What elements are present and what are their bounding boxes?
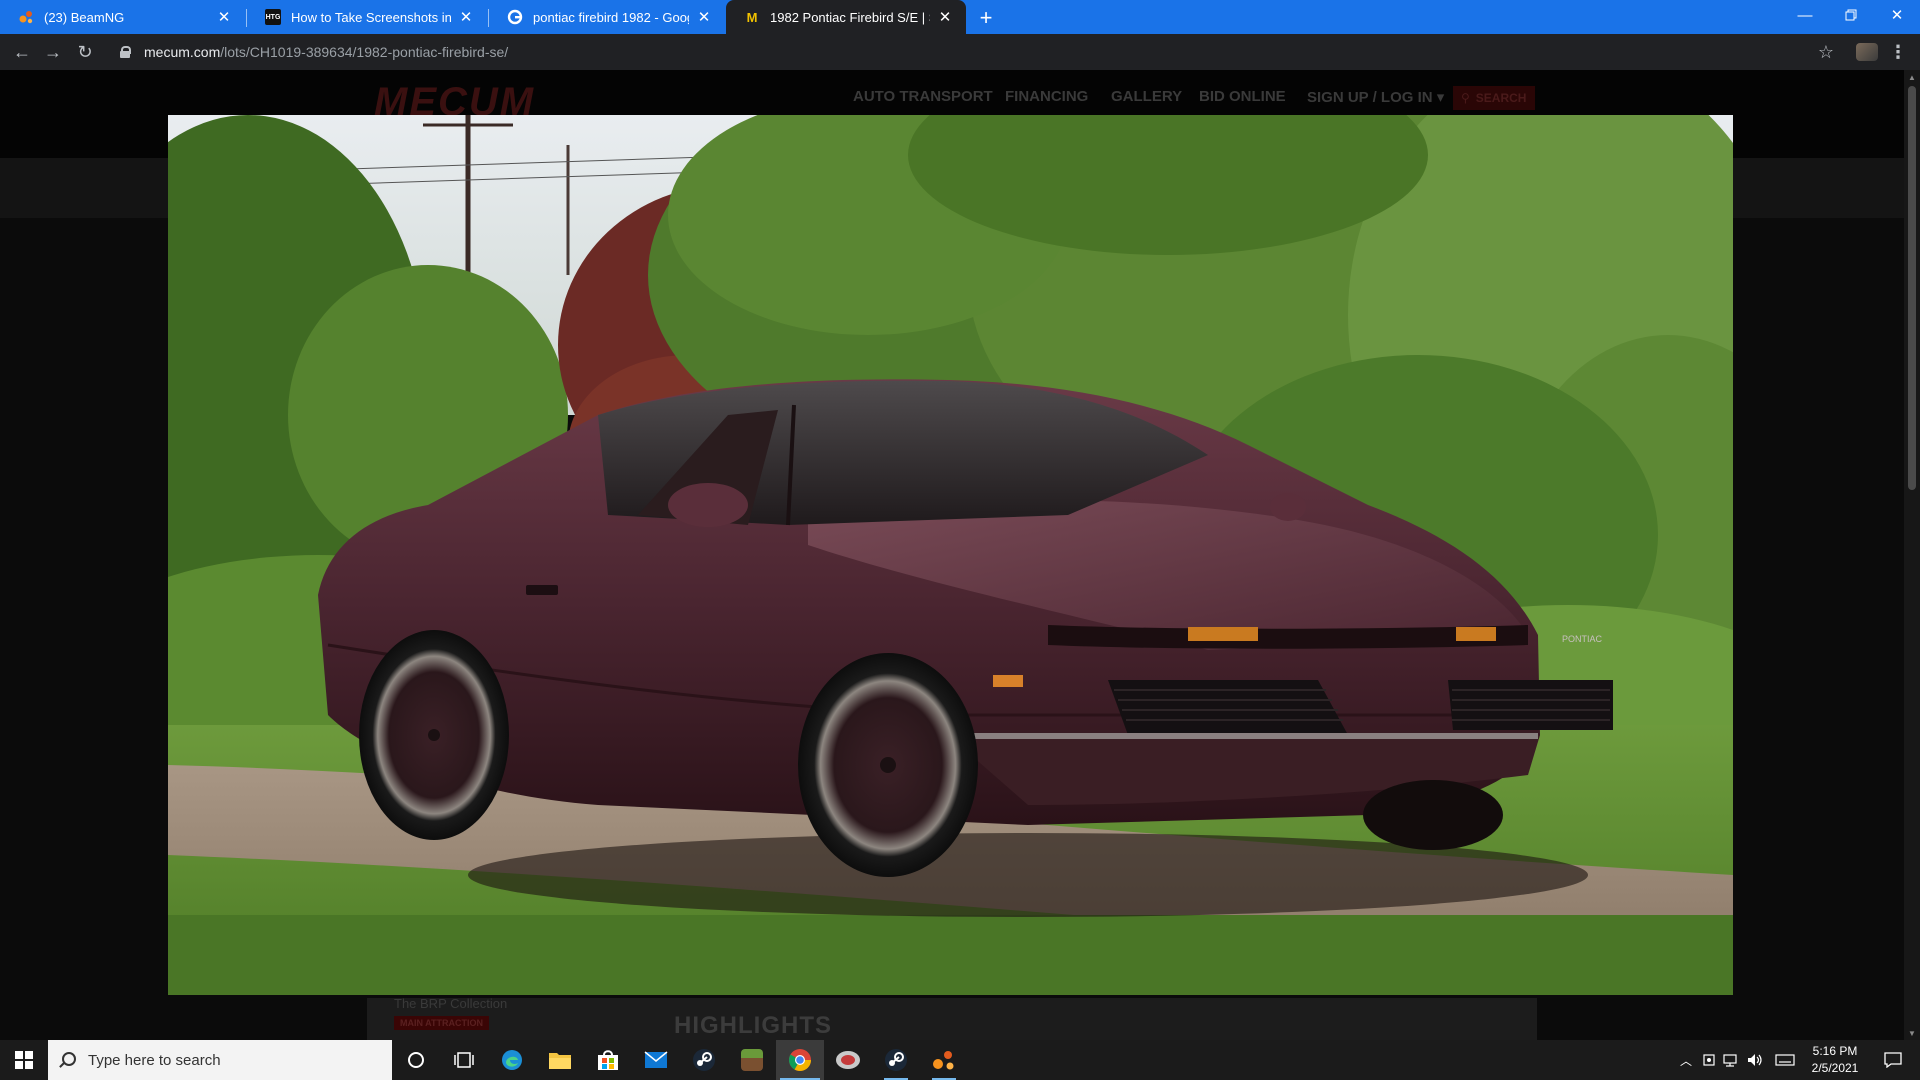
beamng-icon: [18, 9, 34, 25]
profile-avatar[interactable]: [1856, 43, 1878, 61]
car-photo: PONTIAC: [168, 115, 1733, 995]
htg-icon: HTG: [265, 9, 281, 25]
minimize-icon[interactable]: —: [1782, 0, 1828, 30]
back-arrow-icon[interactable]: ←: [8, 38, 36, 66]
tab-title: (23) BeamNG: [44, 9, 125, 25]
browser-toolbar: ← → ↻ mecum.com/lots/CH1019-389634/1982-…: [0, 34, 1920, 70]
google-icon: [507, 9, 523, 25]
nav-gallery[interactable]: GALLERY: [1111, 88, 1182, 105]
tab-title: 1982 Pontiac Firebird S/E | S63 | Chicag…: [770, 9, 930, 25]
highlights-heading: HIGHLIGHTS: [674, 1012, 832, 1039]
windows-start-icon[interactable]: [0, 1040, 48, 1080]
lot-details-card: [367, 998, 1537, 1040]
nav-financing[interactable]: FINANCING: [1005, 88, 1088, 105]
scroll-down-icon[interactable]: ▼: [1904, 1026, 1920, 1040]
chrome-icon[interactable]: [776, 1040, 824, 1080]
site-search-label: SEARCH: [1475, 91, 1527, 105]
bookmark-star-icon[interactable]: ☆: [1812, 38, 1840, 66]
chevron-up-icon[interactable]: ︿: [1676, 1040, 1696, 1080]
main-attraction-badge: MAIN ATTRACTION: [394, 1016, 489, 1030]
new-tab-button[interactable]: +: [972, 4, 1000, 32]
taskbar-search-input[interactable]: Type here to search: [48, 1040, 392, 1080]
address-bar[interactable]: mecum.com/lots/CH1019-389634/1982-pontia…: [108, 38, 1838, 66]
edge-icon[interactable]: [488, 1040, 536, 1080]
forward-arrow-icon[interactable]: →: [39, 38, 67, 66]
scroll-thumb[interactable]: [1908, 86, 1916, 490]
app-icon[interactable]: [824, 1040, 872, 1080]
notification-center-icon[interactable]: [1870, 1040, 1916, 1080]
network-icon[interactable]: [1720, 1040, 1742, 1080]
browser-window: (23) BeamNG ✕ HTG How to Take Screenshot…: [0, 0, 1920, 1080]
steam-running-icon[interactable]: [872, 1040, 920, 1080]
url-path: /lots/CH1019-389634/1982-pontiac-firebir…: [220, 44, 509, 60]
close-icon[interactable]: ✕: [695, 8, 713, 26]
tab-strip: (23) BeamNG ✕ HTG How to Take Screenshot…: [0, 0, 1920, 34]
site-search-button[interactable]: ⚲ SEARCH: [1453, 86, 1535, 110]
search-icon: [62, 1052, 76, 1066]
system-clock[interactable]: 5:16 PM 2/5/2021: [1790, 1043, 1880, 1077]
kebab-menu-icon[interactable]: ⋮: [1886, 38, 1910, 66]
lock-icon: [120, 46, 131, 58]
tab-mecum[interactable]: M 1982 Pontiac Firebird S/E | S63 | Chic…: [726, 0, 966, 34]
cortana-icon[interactable]: [392, 1040, 440, 1080]
microsoft-store-icon[interactable]: [584, 1040, 632, 1080]
url-host: mecum.com: [144, 44, 221, 60]
minecraft-icon[interactable]: [728, 1040, 776, 1080]
steam-icon[interactable]: [680, 1040, 728, 1080]
taskbar-search-placeholder: Type here to search: [88, 1051, 221, 1069]
volume-icon[interactable]: [1744, 1040, 1766, 1080]
close-icon[interactable]: ✕: [457, 8, 475, 26]
restore-icon[interactable]: [1828, 0, 1874, 30]
page-scrollbar[interactable]: ▲ ▼: [1904, 70, 1920, 1040]
tab-title: pontiac firebird 1982 - Google Search: [533, 9, 689, 25]
tab-google[interactable]: pontiac firebird 1982 - Google Search ✕: [489, 0, 725, 34]
pontiac-badge: PONTIAC: [1562, 634, 1603, 644]
tab-title: How to Take Screenshots in Windows: [291, 9, 451, 25]
nav-sign-up-login[interactable]: SIGN UP / LOG IN ▾: [1307, 88, 1444, 106]
window-close-icon[interactable]: ✕: [1874, 0, 1920, 30]
close-icon[interactable]: ✕: [215, 8, 233, 26]
close-icon[interactable]: ✕: [936, 8, 954, 26]
clock-date: 2/5/2021: [1811, 1061, 1859, 1075]
mecum-icon: M: [746, 9, 758, 25]
onedrive-icon[interactable]: [1698, 1040, 1720, 1080]
nav-auto-transport[interactable]: AUTO TRANSPORT: [853, 88, 993, 105]
scroll-up-icon[interactable]: ▲: [1904, 70, 1920, 84]
task-view-icon[interactable]: [440, 1040, 488, 1080]
clock-time: 5:16 PM: [1812, 1044, 1858, 1058]
tab-htg[interactable]: HTG How to Take Screenshots in Windows ✕: [247, 0, 487, 34]
beamng-taskbar-icon[interactable]: [920, 1040, 968, 1080]
collection-link[interactable]: The BRP Collection: [394, 996, 507, 1011]
search-icon: ⚲: [1461, 91, 1470, 105]
lightbox-photo[interactable]: PONTIAC: [168, 115, 1733, 995]
tab-beamng[interactable]: (23) BeamNG ✕: [0, 0, 245, 34]
reload-icon[interactable]: ↻: [71, 38, 99, 66]
nav-bid-online[interactable]: BID ONLINE: [1199, 88, 1286, 105]
mail-icon[interactable]: [632, 1040, 680, 1080]
windows-taskbar: Type here to search ︿ 5:16 PM 2/5/2021: [0, 1040, 1920, 1080]
file-explorer-icon[interactable]: [536, 1040, 584, 1080]
